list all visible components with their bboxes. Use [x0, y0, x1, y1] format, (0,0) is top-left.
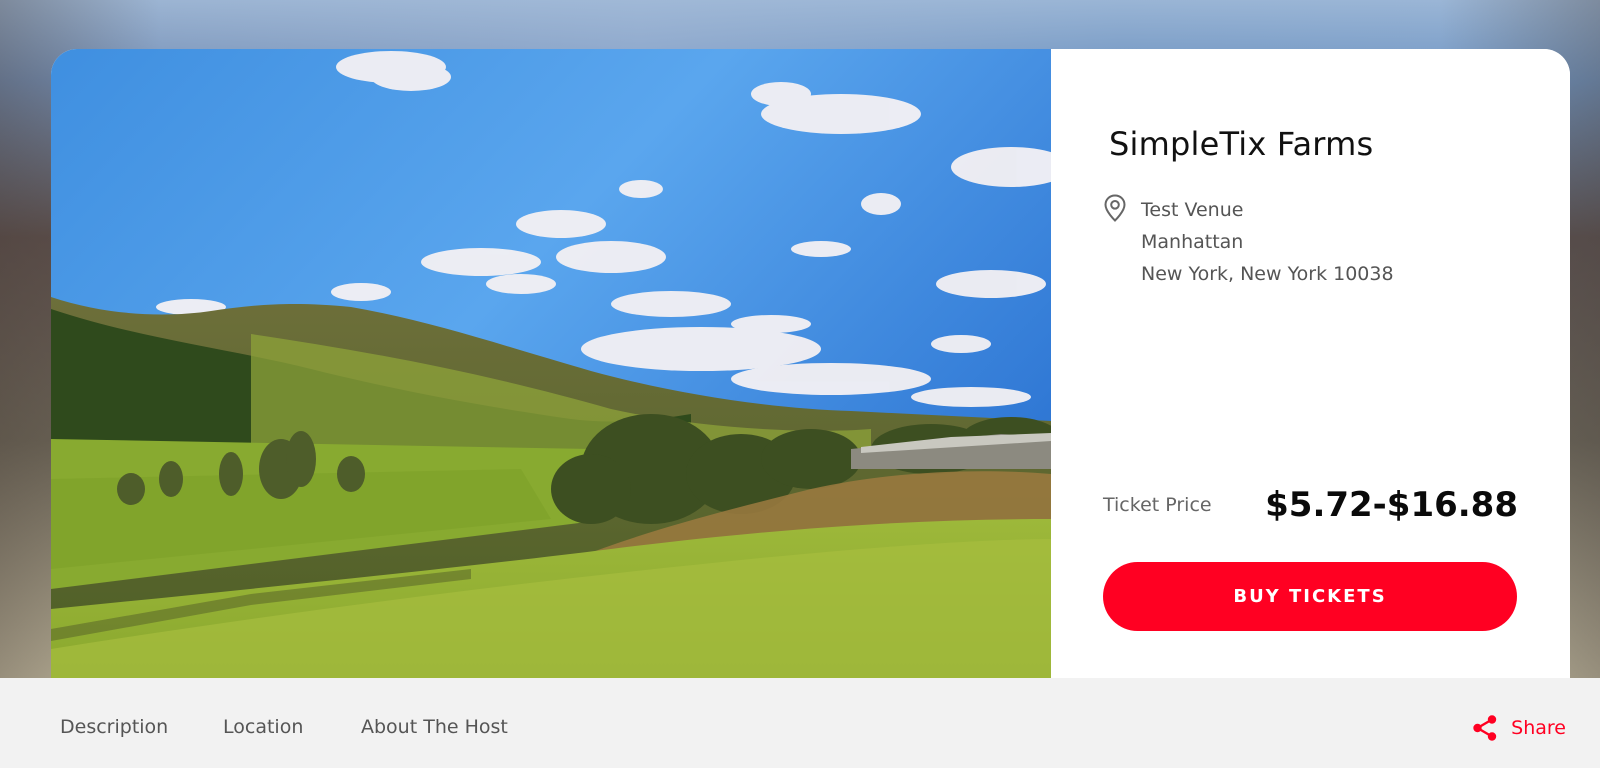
tab-location[interactable]: Location [223, 716, 303, 738]
event-hero-image [51, 49, 1051, 678]
tab-about-the-host[interactable]: About The Host [361, 716, 508, 738]
event-tab-bar: Description Location About The Host Shar… [0, 678, 1600, 768]
ticket-price-row: Ticket Price $5.72-$16.88 [1103, 485, 1518, 525]
venue-name: Test Venue [1141, 199, 1244, 221]
venue-area: Manhattan [1141, 231, 1244, 253]
share-label: Share [1511, 717, 1566, 739]
event-card: SimpleTix Farms Test Venue Manhattan New… [51, 49, 1570, 678]
venue-city: New York, New York 10038 [1141, 263, 1394, 285]
location-pin-icon [1104, 194, 1126, 222]
ticket-price-value: $5.72-$16.88 [1265, 485, 1518, 525]
event-info-panel: SimpleTix Farms Test Venue Manhattan New… [1051, 49, 1570, 678]
buy-tickets-button[interactable]: BUY TICKETS [1103, 562, 1517, 631]
venue-address: Test Venue Manhattan New York, New York … [1103, 194, 1394, 290]
tab-description[interactable]: Description [60, 716, 168, 738]
share-button[interactable]: Share [1471, 714, 1566, 742]
share-icon [1473, 715, 1497, 741]
ticket-price-label: Ticket Price [1103, 494, 1212, 516]
event-title: SimpleTix Farms [1109, 125, 1374, 163]
